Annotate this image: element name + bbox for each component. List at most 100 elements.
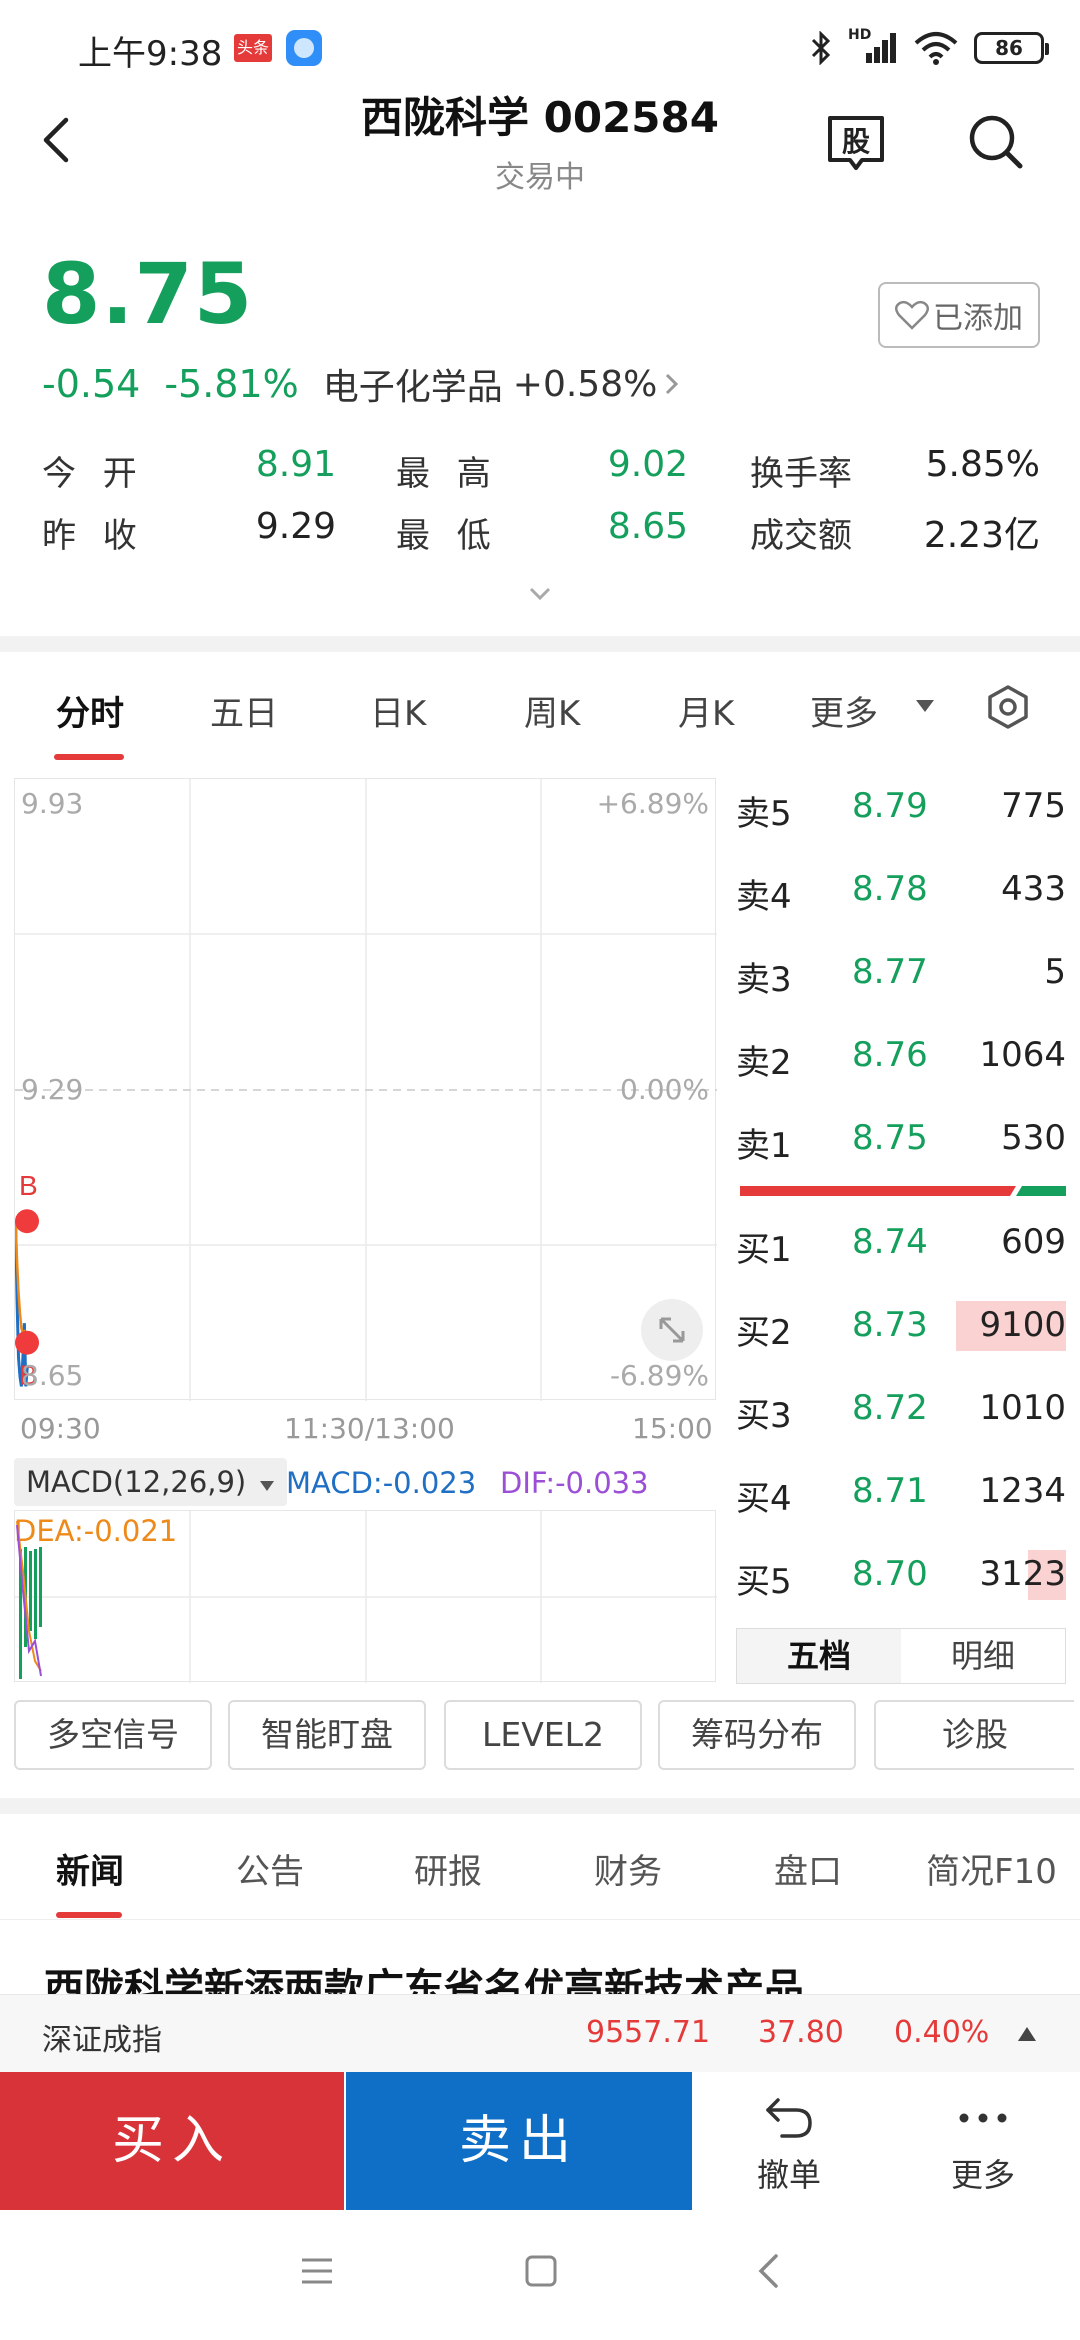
index-name: 深证成指 bbox=[42, 2023, 162, 2058]
recent-apps-icon[interactable] bbox=[300, 2256, 334, 2286]
tab-research[interactable]: 研报 bbox=[414, 1844, 482, 1893]
bid-row[interactable]: 买5 8.70 3123 bbox=[736, 1544, 1066, 1604]
tab-daily-k[interactable]: 日K bbox=[370, 686, 426, 735]
buy-marker[interactable] bbox=[15, 1330, 39, 1355]
ask-label: 卖4 bbox=[736, 877, 792, 917]
notification-app-icon bbox=[286, 30, 322, 66]
sector-link[interactable]: 电子化学品 +0.58% bbox=[323, 358, 682, 410]
signal-icon: HD bbox=[848, 27, 898, 65]
tab-five-day[interactable]: 五日 bbox=[210, 686, 278, 735]
bid-price: 8.71 bbox=[852, 1471, 928, 1511]
active-tab-indicator bbox=[54, 754, 124, 760]
tab-finance[interactable]: 财务 bbox=[594, 1844, 662, 1893]
ask-volume: 5 bbox=[1044, 952, 1066, 992]
ask-row[interactable]: 卖3 8.77 5 bbox=[736, 942, 1066, 1002]
order-book-tabs: 五档 明细 bbox=[736, 1628, 1066, 1684]
ask-row[interactable]: 卖2 8.76 1064 bbox=[736, 1025, 1066, 1085]
fullscreen-button[interactable] bbox=[641, 1299, 703, 1361]
stock-diagnosis-button[interactable]: 诊股 bbox=[874, 1700, 1074, 1770]
turnover-rate-value: 5.85% bbox=[925, 444, 1040, 485]
ask-row[interactable]: 卖4 8.78 433 bbox=[736, 859, 1066, 919]
bid-row[interactable]: 买4 8.71 1234 bbox=[736, 1461, 1066, 1521]
stock-comment-label: 股 bbox=[841, 125, 870, 158]
long-short-signal-button[interactable]: 多空信号 bbox=[14, 1700, 212, 1770]
tab-order-flow[interactable]: 盘口 bbox=[774, 1844, 842, 1893]
system-nav-bar bbox=[0, 2210, 1080, 2340]
dif-value: DIF:-0.033 bbox=[500, 1466, 649, 1500]
ask-row[interactable]: 卖5 8.79 775 bbox=[736, 776, 1066, 836]
tab-intraday[interactable]: 分时 bbox=[56, 686, 124, 735]
bid-volume: 3123 bbox=[979, 1554, 1066, 1594]
news-headline[interactable]: 西陇科学新添两款广东省名优高新技术产品 bbox=[44, 1948, 1044, 1996]
bid-price: 8.73 bbox=[852, 1305, 928, 1345]
bid-row[interactable]: 买1 8.74 609 bbox=[736, 1212, 1066, 1272]
wifi-icon bbox=[914, 32, 958, 65]
cancel-order-button[interactable]: 撤单 bbox=[692, 2072, 886, 2210]
more-actions-button[interactable]: 更多 bbox=[886, 2072, 1080, 2210]
change-row: -0.54 -5.81% 电子化学品 +0.58% bbox=[42, 358, 681, 410]
tab-more[interactable]: 更多 bbox=[810, 686, 878, 735]
prev-close-value: 9.29 bbox=[255, 506, 336, 547]
low-value: 8.65 bbox=[607, 506, 688, 547]
smart-watch-button[interactable]: 智能盯盘 bbox=[228, 1700, 426, 1770]
buy-marker[interactable] bbox=[15, 1209, 39, 1234]
index-value: 9557.71 bbox=[586, 2015, 711, 2050]
chip-distribution-button[interactable]: 筹码分布 bbox=[658, 1700, 856, 1770]
ask-volume: 530 bbox=[1001, 1118, 1066, 1158]
chevron-down-icon[interactable] bbox=[528, 586, 552, 602]
amount-label: 成交额 bbox=[750, 516, 852, 556]
sell-button[interactable]: 卖出 bbox=[346, 2072, 692, 2210]
back-icon[interactable] bbox=[756, 2252, 780, 2290]
stock-comment-icon[interactable]: 股 bbox=[826, 114, 886, 174]
search-icon[interactable] bbox=[966, 112, 1026, 172]
index-change: 37.80 bbox=[758, 2015, 844, 2050]
tab-five-levels[interactable]: 五档 bbox=[737, 1629, 901, 1683]
open-value: 8.91 bbox=[255, 444, 336, 485]
tab-announcements[interactable]: 公告 bbox=[236, 1844, 304, 1893]
bid-row[interactable]: 买3 8.72 1010 bbox=[736, 1378, 1066, 1438]
watchlist-added-button[interactable]: 已添加 bbox=[878, 282, 1040, 348]
bid-label: 买5 bbox=[736, 1562, 792, 1602]
chart-settings-icon[interactable] bbox=[986, 684, 1030, 730]
ask-label: 卖2 bbox=[736, 1043, 792, 1083]
high-label: 最 高 bbox=[396, 454, 499, 494]
macd-chart-svg bbox=[15, 1511, 717, 1683]
chevron-right-icon bbox=[666, 373, 679, 395]
macd-chart[interactable] bbox=[14, 1510, 717, 1683]
level2-button[interactable]: LEVEL2 bbox=[444, 1700, 642, 1770]
tab-news[interactable]: 新闻 bbox=[56, 1844, 124, 1893]
tab-details[interactable]: 明细 bbox=[901, 1629, 1065, 1683]
buy-button[interactable]: 买入 bbox=[0, 2072, 344, 2210]
tab-company-profile[interactable]: 简况F10 bbox=[926, 1844, 1057, 1893]
sector-change: +0.58% bbox=[512, 363, 658, 405]
home-icon[interactable] bbox=[524, 2254, 558, 2288]
tab-weekly-k[interactable]: 周K bbox=[524, 686, 580, 735]
sector-name: 电子化学品 bbox=[322, 367, 503, 408]
index-ticker-bar[interactable]: 深证成指 9557.71 37.80 0.40% bbox=[0, 1994, 1080, 2072]
ask-row[interactable]: 卖1 8.75 530 bbox=[736, 1108, 1066, 1168]
x-tick-midday: 11:30/13:00 bbox=[284, 1412, 455, 1445]
ask-volume: 433 bbox=[1001, 869, 1066, 909]
expand-icon bbox=[659, 1317, 685, 1343]
dropdown-triangle-icon[interactable] bbox=[914, 698, 936, 714]
amount-value: 2.23亿 bbox=[923, 515, 1040, 556]
turnover-rate-label: 换手率 bbox=[750, 454, 852, 494]
indicator-selector[interactable]: MACD(12,26,9) bbox=[14, 1458, 288, 1506]
x-tick-open: 09:30 bbox=[20, 1412, 101, 1445]
tab-monthly-k[interactable]: 月K bbox=[678, 686, 734, 735]
macd-header: MACD(12,26,9) MACD:-0.023 DIF:-0.033 DEA… bbox=[14, 1458, 734, 1548]
bid-row[interactable]: 买2 8.73 9100 bbox=[736, 1295, 1066, 1355]
ask-label: 卖3 bbox=[736, 960, 792, 1000]
toutiao-app-icon: 头条 bbox=[234, 34, 272, 62]
more-dots-icon bbox=[959, 2113, 1007, 2123]
y-tick-mid: 9.29 bbox=[21, 1073, 84, 1106]
indicator-selector-label: MACD(12,26,9) bbox=[26, 1465, 247, 1499]
active-tab-indicator bbox=[56, 1912, 122, 1918]
bid-price: 8.72 bbox=[852, 1388, 928, 1428]
intraday-chart[interactable]: BB 9.93 9.29 8.65 +6.89% 0.00% -6.89% bbox=[14, 778, 717, 1401]
bid-label: 买4 bbox=[736, 1479, 792, 1519]
ask-price: 8.77 bbox=[852, 952, 928, 992]
status-time: 上午9:38 bbox=[78, 34, 223, 74]
high-value: 9.02 bbox=[607, 444, 688, 485]
status-icons: HD 86 bbox=[810, 26, 1049, 70]
